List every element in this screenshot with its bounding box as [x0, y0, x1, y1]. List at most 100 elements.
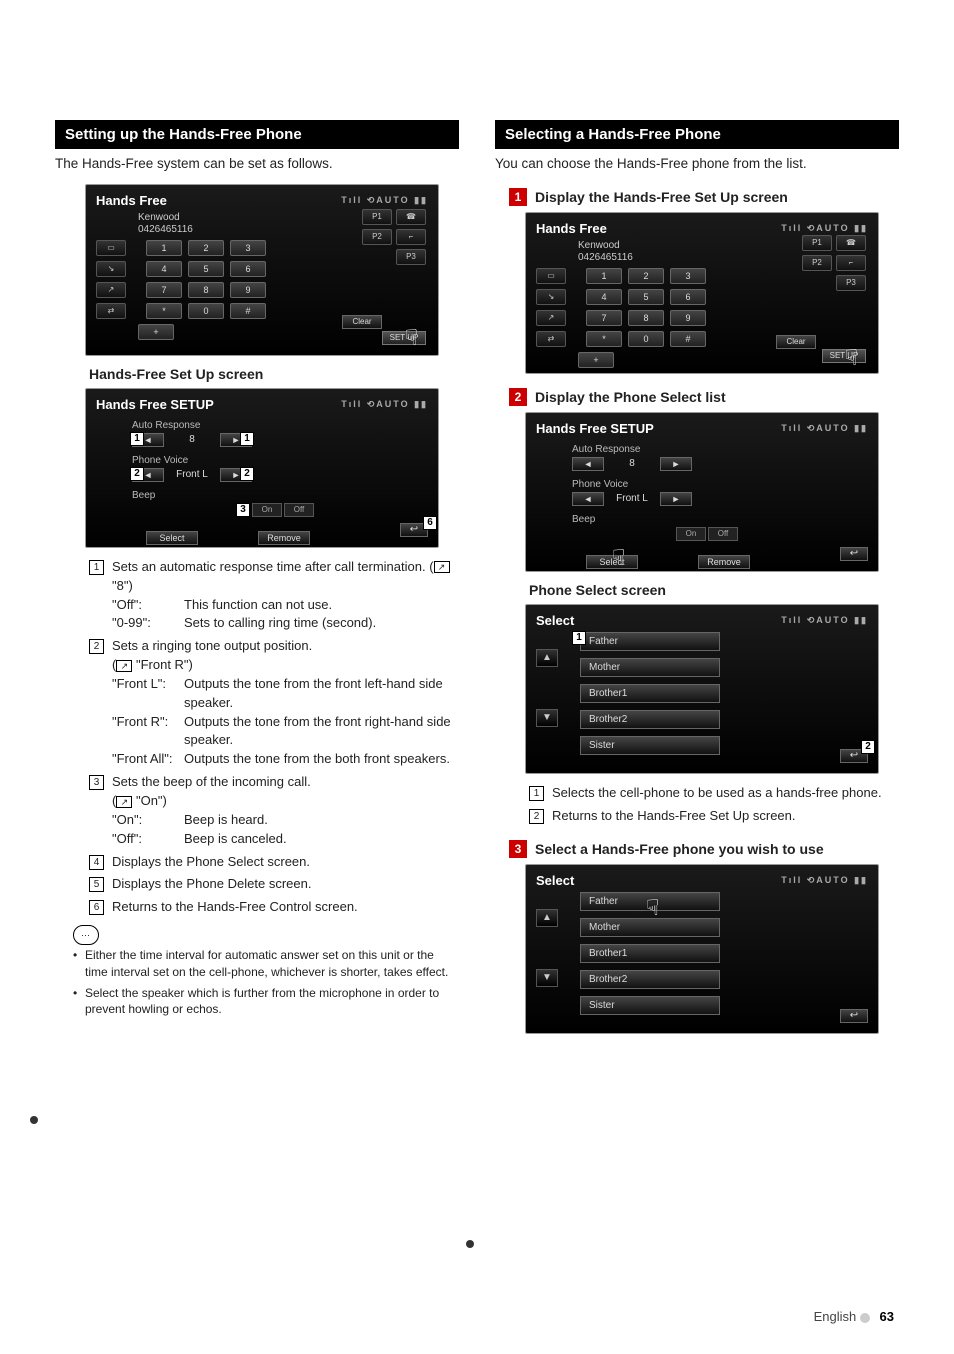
- next[interactable]: ►: [660, 457, 692, 471]
- phone-item-brother1[interactable]: Brother1: [580, 944, 720, 963]
- preset-p1[interactable]: P1: [802, 235, 832, 251]
- preset-p2[interactable]: P2: [802, 255, 832, 271]
- cursor-hand-icon: ☟: [405, 325, 418, 351]
- key-8[interactable]: 8: [188, 282, 224, 298]
- remove-button[interactable]: Remove: [258, 531, 310, 545]
- remove-button[interactable]: Remove: [698, 555, 750, 569]
- beep-off[interactable]: Off: [284, 503, 314, 517]
- phone-icon[interactable]: ☎: [396, 209, 426, 225]
- scroll-up-button[interactable]: ▲: [536, 649, 558, 667]
- return-button[interactable]: ↩: [840, 1009, 868, 1023]
- phone-voice-next[interactable]: ►2: [220, 468, 252, 482]
- key-star[interactable]: *: [146, 303, 182, 319]
- key-0[interactable]: 0: [188, 303, 224, 319]
- phone-item-sister[interactable]: Sister: [580, 996, 720, 1015]
- out-icon[interactable]: ↗: [536, 310, 566, 326]
- key-7[interactable]: 7: [146, 282, 182, 298]
- key-9[interactable]: 9: [230, 282, 266, 298]
- status-icons: Tıll ⟲AUTO ▮▮: [781, 223, 868, 234]
- item6-text: Returns to the Hands-Free Control screen…: [112, 898, 459, 917]
- scroll-down-button[interactable]: ▼: [536, 969, 558, 987]
- clear-button[interactable]: Clear: [776, 335, 816, 349]
- key-2[interactable]: 2: [188, 240, 224, 256]
- key-0[interactable]: 0: [628, 331, 664, 347]
- hangup-icon[interactable]: ⌐: [396, 229, 426, 245]
- clear-button[interactable]: Clear: [342, 315, 382, 329]
- step-2-badge: 2: [509, 388, 527, 406]
- in-icon[interactable]: ↘: [96, 261, 126, 277]
- screenshot-step2: Hands Free SETUP Tıll ⟲AUTO ▮▮ Auto Resp…: [525, 412, 879, 572]
- return-button[interactable]: ↩2: [840, 749, 868, 763]
- scroll-down-button[interactable]: ▼: [536, 709, 558, 727]
- key-hash[interactable]: #: [670, 331, 706, 347]
- swap-icon[interactable]: ⇄: [536, 331, 566, 347]
- item1-sub2-desc: Sets to calling ring time (second).: [184, 614, 376, 633]
- phone-voice-value: Front L: [168, 469, 216, 480]
- key-hash[interactable]: #: [230, 303, 266, 319]
- prev[interactable]: ◄: [572, 492, 604, 506]
- beep-off[interactable]: Off: [708, 527, 738, 541]
- key-9[interactable]: 9: [670, 310, 706, 326]
- item2-setting: "Front R"): [136, 657, 193, 672]
- phone-item-brother2[interactable]: Brother2: [580, 970, 720, 989]
- preset-p2[interactable]: P2: [362, 229, 392, 245]
- key-7[interactable]: 7: [586, 310, 622, 326]
- scroll-up-button[interactable]: ▲: [536, 909, 558, 927]
- status-icons: Tıll ⟲AUTO ▮▮: [781, 423, 868, 434]
- next[interactable]: ►: [660, 492, 692, 506]
- key-4[interactable]: 4: [586, 289, 622, 305]
- phone-item-sister[interactable]: Sister: [580, 736, 720, 755]
- footer-dot-icon: [860, 1313, 870, 1323]
- phone-icon[interactable]: ☎: [836, 235, 866, 251]
- hangup-icon[interactable]: ⌐: [836, 255, 866, 271]
- key-5[interactable]: 5: [188, 261, 224, 277]
- book-icon[interactable]: ▭: [96, 240, 126, 256]
- swap-icon[interactable]: ⇄: [96, 303, 126, 319]
- in-icon[interactable]: ↘: [536, 289, 566, 305]
- key-plus[interactable]: +: [578, 352, 614, 368]
- key-2[interactable]: 2: [628, 268, 664, 284]
- left-column: Setting up the Hands-Free Phone The Hand…: [55, 120, 459, 1044]
- key-1[interactable]: 1: [146, 240, 182, 256]
- select-title: Select: [536, 873, 574, 888]
- key-plus[interactable]: +: [138, 324, 174, 340]
- beep-on[interactable]: On: [676, 527, 706, 541]
- phone-voice-prev[interactable]: ◄2: [132, 468, 164, 482]
- beep-label: Beep: [132, 490, 428, 501]
- auto-response-label: Auto Response: [132, 420, 428, 431]
- phone-item-brother1[interactable]: Brother1: [580, 684, 720, 703]
- return-button[interactable]: ↩: [840, 547, 868, 561]
- key-6[interactable]: 6: [230, 261, 266, 277]
- key-3[interactable]: 3: [670, 268, 706, 284]
- cursor-hand-icon: ☟: [845, 345, 858, 371]
- key-1[interactable]: 1: [586, 268, 622, 284]
- key-3[interactable]: 3: [230, 240, 266, 256]
- beep-label: Beep: [572, 514, 868, 525]
- auto-response-prev[interactable]: ◄1: [132, 433, 164, 447]
- preset-p3[interactable]: P3: [836, 275, 866, 291]
- preset-p1[interactable]: P1: [362, 209, 392, 225]
- intro-left: The Hands-Free system can be set as foll…: [55, 155, 459, 174]
- item2-sub2-label: "Front R":: [112, 713, 178, 751]
- key-5[interactable]: 5: [628, 289, 664, 305]
- book-icon[interactable]: ▭: [536, 268, 566, 284]
- return-button[interactable]: ↩6: [400, 523, 428, 537]
- select-button[interactable]: Select: [146, 531, 198, 545]
- beep-on[interactable]: On: [252, 503, 282, 517]
- out-icon[interactable]: ↗: [96, 282, 126, 298]
- key-8[interactable]: 8: [628, 310, 664, 326]
- key-6[interactable]: 6: [670, 289, 706, 305]
- item3-sub1-label: "On":: [112, 811, 178, 830]
- phone-item-brother2[interactable]: Brother2: [580, 710, 720, 729]
- phone-item-mother[interactable]: Mother: [580, 658, 720, 677]
- ss2-title: Hands Free SETUP: [96, 397, 214, 412]
- phone-item-father[interactable]: Father: [580, 632, 720, 651]
- preset-p3[interactable]: P3: [396, 249, 426, 265]
- key-4[interactable]: 4: [146, 261, 182, 277]
- callout-1: 1: [529, 786, 544, 801]
- prev[interactable]: ◄: [572, 457, 604, 471]
- key-star[interactable]: *: [586, 331, 622, 347]
- auto-response-next[interactable]: ►1: [220, 433, 252, 447]
- right-column: Selecting a Hands-Free Phone You can cho…: [495, 120, 899, 1044]
- ps-item1: Selects the cell-phone to be used as a h…: [552, 784, 899, 803]
